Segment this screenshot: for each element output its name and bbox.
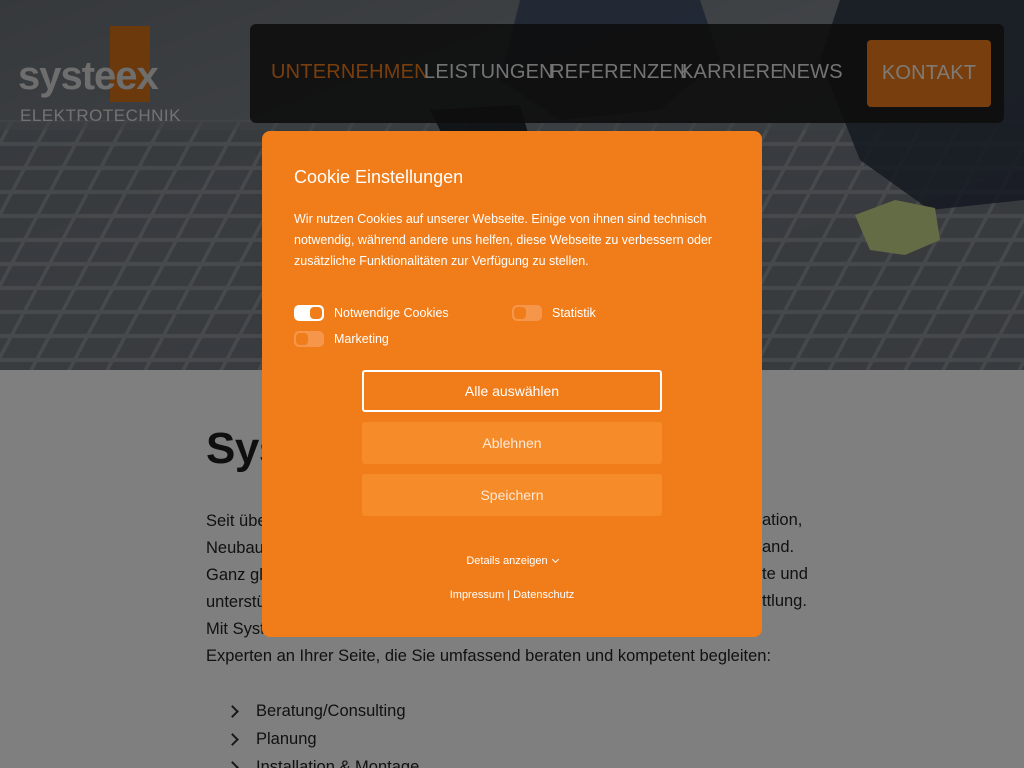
deny-button[interactable]: Ablehnen (362, 422, 662, 464)
privacy-link[interactable]: Datenschutz (513, 589, 574, 601)
legal-links: Impressum | Datenschutz (262, 589, 762, 601)
save-button[interactable]: Speichern (362, 474, 662, 516)
select-all-button[interactable]: Alle auswählen (362, 370, 662, 412)
details-label: Details anzeigen (466, 555, 548, 567)
cookie-dialog: Cookie Einstellungen Wir nutzen Cookies … (262, 131, 762, 637)
toggle-necessary-cookies[interactable]: Notwendige Cookies (294, 305, 449, 321)
toggle-switch-off-icon[interactable] (294, 331, 324, 347)
cookie-text-line: notwendig, während andere uns helfen, di… (294, 233, 713, 247)
toggle-label: Notwendige Cookies (334, 306, 449, 320)
toggle-statistics[interactable]: Statistik (512, 305, 596, 321)
toggle-label: Marketing (334, 332, 389, 346)
cookie-dialog-title: Cookie Einstellungen (294, 167, 464, 187)
toggle-switch-off-icon[interactable] (512, 305, 542, 321)
details-toggle[interactable]: Details anzeigen (262, 555, 762, 567)
cookie-text-line: zusätzliche Funktionalitäten zur Verfügu… (294, 254, 589, 268)
cookie-text-line: Wir nutzen Cookies auf unserer Webseite.… (294, 212, 707, 226)
toggle-switch-on-icon[interactable] (294, 305, 324, 321)
toggle-label: Statistik (552, 306, 596, 320)
imprint-link[interactable]: Impressum (450, 589, 504, 601)
chevron-down-icon (551, 555, 559, 564)
cookie-description: Wir nutzen Cookies auf unserer Webseite.… (294, 209, 714, 272)
link-separator: | (507, 589, 511, 601)
toggle-marketing[interactable]: Marketing (294, 331, 389, 347)
